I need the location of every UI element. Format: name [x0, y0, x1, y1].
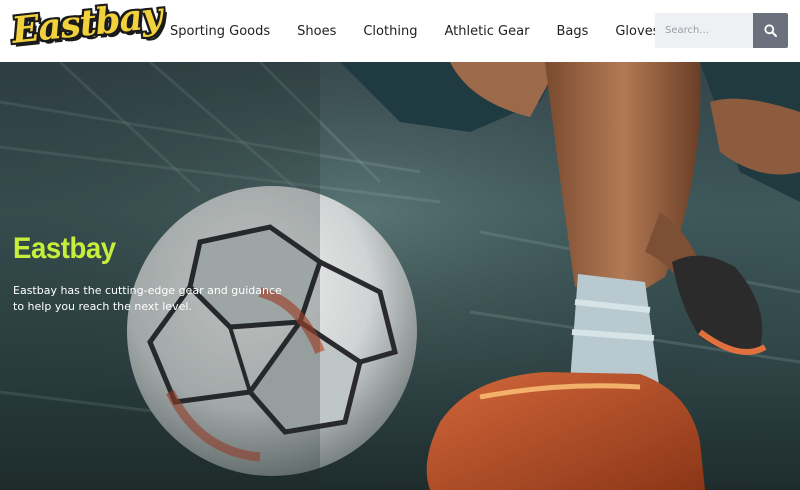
site-header: Eastbay Sporting Goods Shoes Clothing At…: [0, 0, 800, 62]
nav-item-gloves[interactable]: Gloves: [615, 24, 659, 39]
hero-banner: Eastbay Eastbay has the cutting-edge gea…: [0, 62, 800, 490]
nav-item-bags[interactable]: Bags: [556, 24, 588, 39]
main-nav: Sporting Goods Shoes Clothing Athletic G…: [170, 0, 686, 62]
search-input[interactable]: [655, 13, 753, 48]
nav-item-clothing[interactable]: Clothing: [363, 24, 417, 39]
search-icon: [764, 24, 777, 37]
hero-image: [0, 62, 800, 490]
nav-item-sporting-goods[interactable]: Sporting Goods: [170, 24, 270, 39]
logo-text: Eastbay: [9, 0, 164, 52]
nav-item-athletic-gear[interactable]: Athletic Gear: [444, 24, 529, 39]
search-button[interactable]: [753, 13, 788, 48]
nav-item-shoes[interactable]: Shoes: [297, 24, 336, 39]
search-form: [655, 13, 788, 48]
hero-title: Eastbay: [13, 232, 116, 265]
eastbay-logo[interactable]: Eastbay: [10, 0, 164, 54]
hero-description: Eastbay has the cutting-edge gear and gu…: [13, 284, 282, 313]
